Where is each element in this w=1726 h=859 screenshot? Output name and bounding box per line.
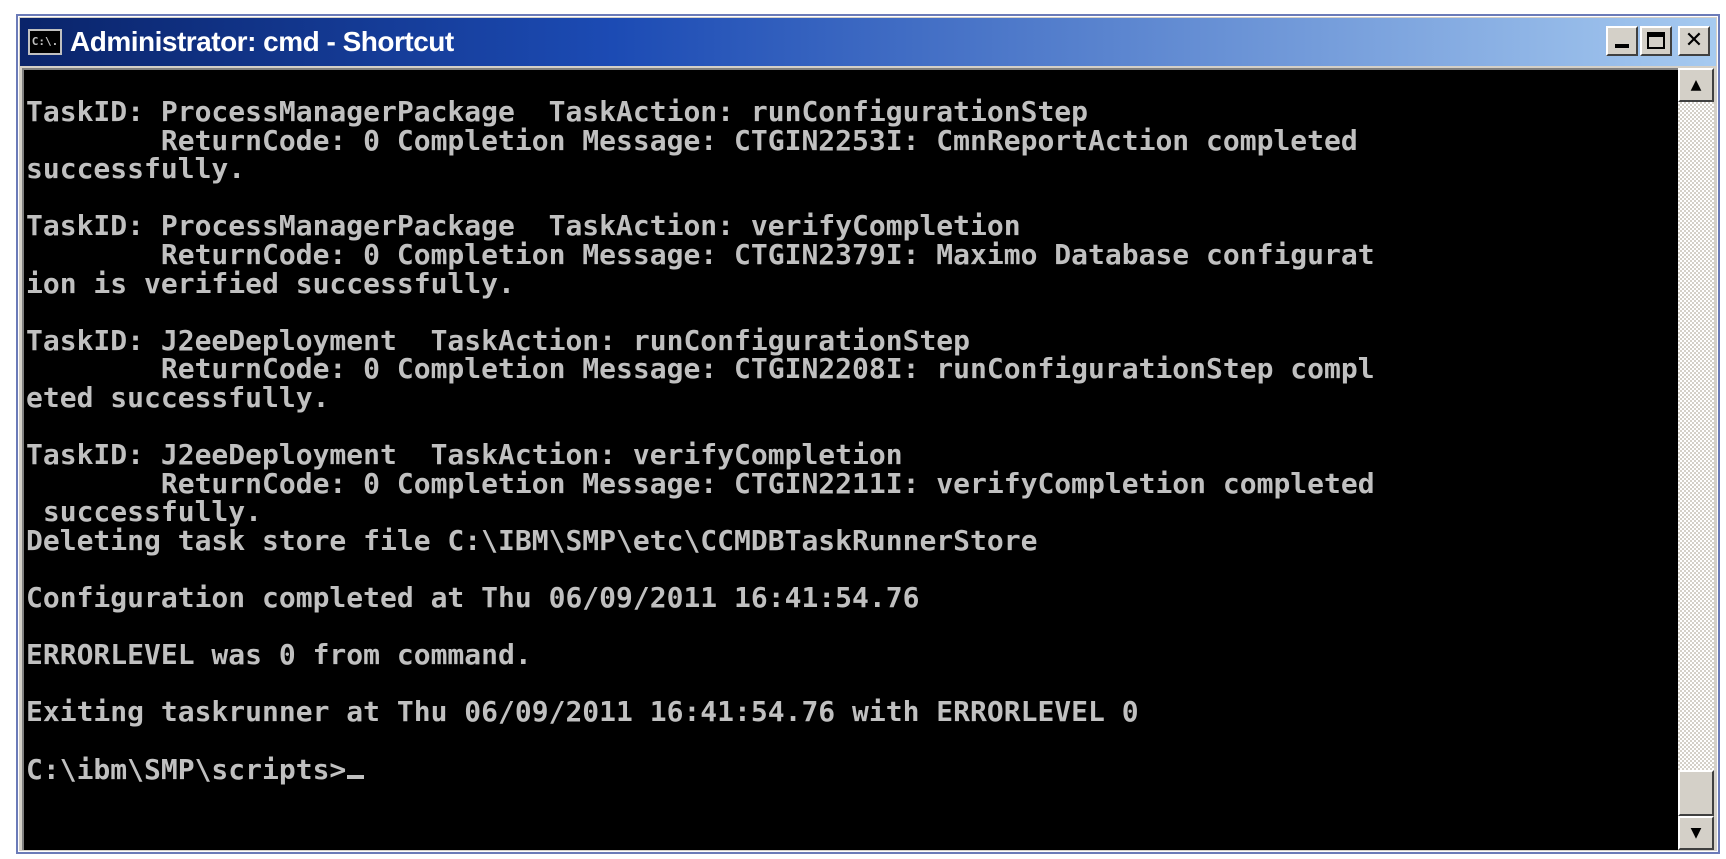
vertical-scrollbar[interactable]: ▲ ▼ [1678, 68, 1714, 850]
scroll-thumb[interactable] [1678, 770, 1714, 816]
title-bar[interactable]: C:\. Administrator: cmd - Shortcut ✕ [20, 18, 1716, 66]
minimize-button[interactable] [1606, 26, 1638, 56]
console-line: eted successfully. [26, 380, 330, 414]
arrow-up-icon: ▲ [1690, 77, 1702, 93]
console-line: ion is verified successfully. [26, 266, 515, 300]
console-line: Exiting taskrunner at Thu 06/09/2011 16:… [26, 695, 1139, 729]
console-output[interactable]: TaskID: ProcessManagerPackage TaskAction… [22, 68, 1685, 850]
console-line: ERRORLEVEL was 0 from command. [26, 638, 532, 672]
console-line: successfully. [26, 152, 246, 186]
scroll-down-button[interactable]: ▼ [1678, 816, 1714, 850]
console-line: Deleting task store file C:\IBM\SMP\etc\… [26, 523, 1038, 557]
maximize-icon [1647, 32, 1665, 49]
maximize-button[interactable] [1640, 26, 1672, 56]
cmd-app-icon[interactable]: C:\. [28, 29, 62, 55]
console-text: TaskID: ProcessManagerPackage TaskAction… [26, 97, 1685, 786]
arrow-down-icon: ▼ [1690, 825, 1702, 841]
window-controls: ✕ [1606, 26, 1710, 56]
close-icon: ✕ [1684, 28, 1704, 53]
scroll-up-button[interactable]: ▲ [1678, 68, 1714, 102]
console-line: Configuration completed at Thu 06/09/201… [26, 581, 920, 615]
minimize-icon [1615, 44, 1629, 48]
console-window: C:\. Administrator: cmd - Shortcut ✕ Tas… [16, 14, 1720, 854]
window-title: Administrator: cmd - Shortcut [70, 26, 454, 57]
close-button[interactable]: ✕ [1678, 26, 1710, 56]
text-cursor [347, 774, 365, 779]
command-prompt[interactable]: C:\ibm\SMP\scripts> [26, 753, 346, 786]
